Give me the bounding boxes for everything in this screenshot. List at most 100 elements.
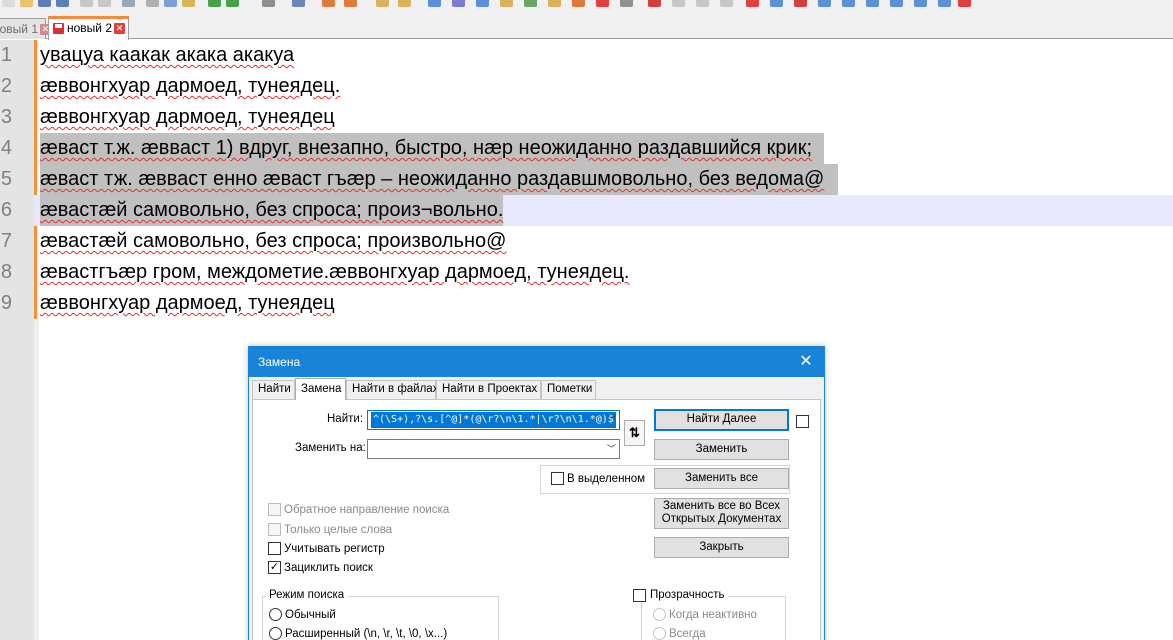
find-input[interactable]: ^(\S+),?\s.[^@]*(@\r?\n\1.*|\r?\n\1.*@)$… <box>367 410 620 430</box>
tab-find-in-projects[interactable]: Найти в Проектах <box>436 380 541 399</box>
line-text[interactable]: æвастæй самовольно, без спроса; произ¬во… <box>40 195 504 226</box>
tab-find[interactable]: Найти <box>252 380 295 399</box>
all-chars-icon[interactable] <box>452 0 465 7</box>
line-text[interactable]: æввонгхуар дармоед, тунеядец <box>40 102 335 133</box>
record-macro-icon[interactable] <box>620 0 633 7</box>
function-list-icon[interactable] <box>548 0 561 7</box>
line-text[interactable]: æввонгхуар дармоед, тунеядец <box>40 288 335 319</box>
sync-h-icon[interactable] <box>398 0 411 7</box>
line-text[interactable]: æввонгхуар дармоед, тунеядец. <box>40 71 340 102</box>
find-label: Найти: <box>327 413 364 425</box>
line-text[interactable]: æваст т.ж. æвваст 1) вдруг, внезапно, бы… <box>40 133 825 164</box>
plugin-h-icon[interactable] <box>914 0 927 7</box>
close-all-icon[interactable] <box>98 0 111 7</box>
print-icon[interactable] <box>122 0 135 7</box>
editor-line-current[interactable]: 6 æвастæй самовольно, без спроса; произ¬… <box>1 195 1173 226</box>
replace-all-button[interactable]: Заменить все <box>654 468 789 489</box>
transparency-checkbox[interactable] <box>633 589 646 602</box>
line-number: 8 <box>0 261 12 283</box>
always-radio[interactable] <box>653 627 666 640</box>
editor-line[interactable]: 1 увацуа каакак акака акакуа <box>1 40 1173 71</box>
on-inactive-radio[interactable] <box>653 608 666 621</box>
wrap-around-checkbox[interactable]: ✓ <box>268 561 281 574</box>
match-case-checkbox[interactable] <box>268 542 281 555</box>
copy-icon[interactable] <box>164 0 177 7</box>
stop-macro-icon[interactable] <box>648 0 661 7</box>
replace-input[interactable]: ﹀ <box>367 439 620 459</box>
sync-v-icon[interactable] <box>376 0 389 7</box>
save-macro-icon[interactable] <box>720 0 733 7</box>
editor-line[interactable]: 5 æваст тж. æвваст енно æваст гъæр – нео… <box>1 164 1173 195</box>
in-selection-label: В выделенном <box>567 473 646 485</box>
open-file-icon[interactable] <box>20 0 33 7</box>
chevron-down-icon[interactable]: ﹀ <box>607 440 616 458</box>
plugin-e-icon[interactable] <box>842 0 855 7</box>
close-icon[interactable]: ✕ <box>114 23 126 35</box>
chevron-down-icon[interactable]: ﹀ <box>607 411 616 429</box>
plugin-b-icon[interactable] <box>770 0 783 7</box>
plugin-d-icon[interactable] <box>818 0 831 7</box>
tab-replace[interactable]: Замена <box>295 378 346 400</box>
play-macro-icon[interactable] <box>672 0 685 7</box>
line-text[interactable]: æвастæй самовольно, без спроса; произвол… <box>40 226 506 257</box>
pin-checkbox[interactable] <box>796 415 809 428</box>
backward-checkbox[interactable] <box>268 503 281 516</box>
paste-icon[interactable] <box>182 0 195 7</box>
redo-icon[interactable] <box>226 0 239 7</box>
line-text[interactable]: увацуа каакак акака акакуа <box>40 40 294 71</box>
editor-line[interactable]: 9 æввонгхуар дармоед, тунеядец <box>1 288 1173 319</box>
find-icon[interactable] <box>262 0 275 7</box>
line-number: 2 <box>0 75 12 97</box>
indent-guide-icon[interactable] <box>476 0 489 7</box>
transparency-title: Прозрачность <box>647 589 728 601</box>
tab-new-2[interactable]: новый 2 ✕ <box>48 16 129 40</box>
dialog-title-bar[interactable]: Замена ✕ <box>249 347 824 377</box>
new-file-icon[interactable] <box>2 0 15 7</box>
swap-fields-button[interactable]: ⇅ <box>624 420 645 446</box>
plugin-g-icon[interactable] <box>890 0 903 7</box>
wrap-icon[interactable] <box>428 0 441 7</box>
change-history-bar <box>34 40 37 319</box>
in-selection-checkbox[interactable] <box>551 472 564 485</box>
mode-normal-radio[interactable] <box>269 608 282 621</box>
monitor-icon[interactable] <box>596 0 609 7</box>
close-button[interactable]: Закрыть <box>654 537 789 558</box>
replace-all-open-line2: Открытых Документах <box>661 513 782 525</box>
doc-map-icon[interactable] <box>524 0 537 7</box>
find-next-button[interactable]: Найти Далее <box>654 409 789 431</box>
save-icon[interactable] <box>38 0 51 7</box>
run-macro-multi-icon[interactable] <box>696 0 709 7</box>
whole-words-checkbox[interactable] <box>268 523 281 536</box>
tab-find-in-files[interactable]: Найти в файлах <box>346 380 438 399</box>
editor-line[interactable]: 7 æвастæй самовольно, без спроса; произв… <box>1 226 1173 257</box>
zoom-in-icon[interactable] <box>322 0 335 7</box>
replace-icon[interactable] <box>292 0 305 7</box>
folder-workspace-icon[interactable] <box>572 0 585 7</box>
tab-label: новый 2 <box>67 21 113 35</box>
line-number: 6 <box>0 199 12 221</box>
replace-all-open-docs-button[interactable]: Заменить все во Всех Открытых Документах <box>654 498 789 529</box>
line-text[interactable]: æвастгъæр гром, междометие.æввонгхуар да… <box>40 257 629 288</box>
plugin-c-icon[interactable] <box>794 0 807 7</box>
zoom-out-icon[interactable] <box>344 0 357 7</box>
plugin-j-icon[interactable] <box>958 0 971 7</box>
plugin-f-icon[interactable] <box>866 0 879 7</box>
dialog-title: Замена <box>258 355 301 369</box>
plugin-a-icon[interactable] <box>746 0 759 7</box>
mode-extended-radio[interactable] <box>269 627 282 640</box>
plugin-i-icon[interactable] <box>938 0 951 7</box>
tab-new-1[interactable]: новый 1✕ <box>0 18 52 39</box>
editor-line[interactable]: 3 æввонгхуар дармоед, тунеядец <box>1 102 1173 133</box>
editor-line[interactable]: 4 æваст т.ж. æвваст 1) вдруг, внезапно, … <box>1 133 1173 164</box>
save-all-icon[interactable] <box>56 0 69 7</box>
replace-button[interactable]: Заменить <box>654 439 789 460</box>
editor-line[interactable]: 2 æввонгхуар дармоед, тунеядец. <box>1 71 1173 102</box>
lang-icon[interactable] <box>500 0 513 7</box>
cut-icon[interactable] <box>146 0 159 7</box>
close-icon[interactable]: ✕ <box>798 347 814 377</box>
close-file-icon[interactable] <box>80 0 93 7</box>
editor-line[interactable]: 8 æвастгъæр гром, междометие.æввонгхуар … <box>1 257 1173 288</box>
line-text[interactable]: æваст тж. æвваст енно æваст гъæр – неожи… <box>40 164 839 195</box>
tab-marks[interactable]: Пометки <box>541 380 596 399</box>
undo-icon[interactable] <box>208 0 221 7</box>
